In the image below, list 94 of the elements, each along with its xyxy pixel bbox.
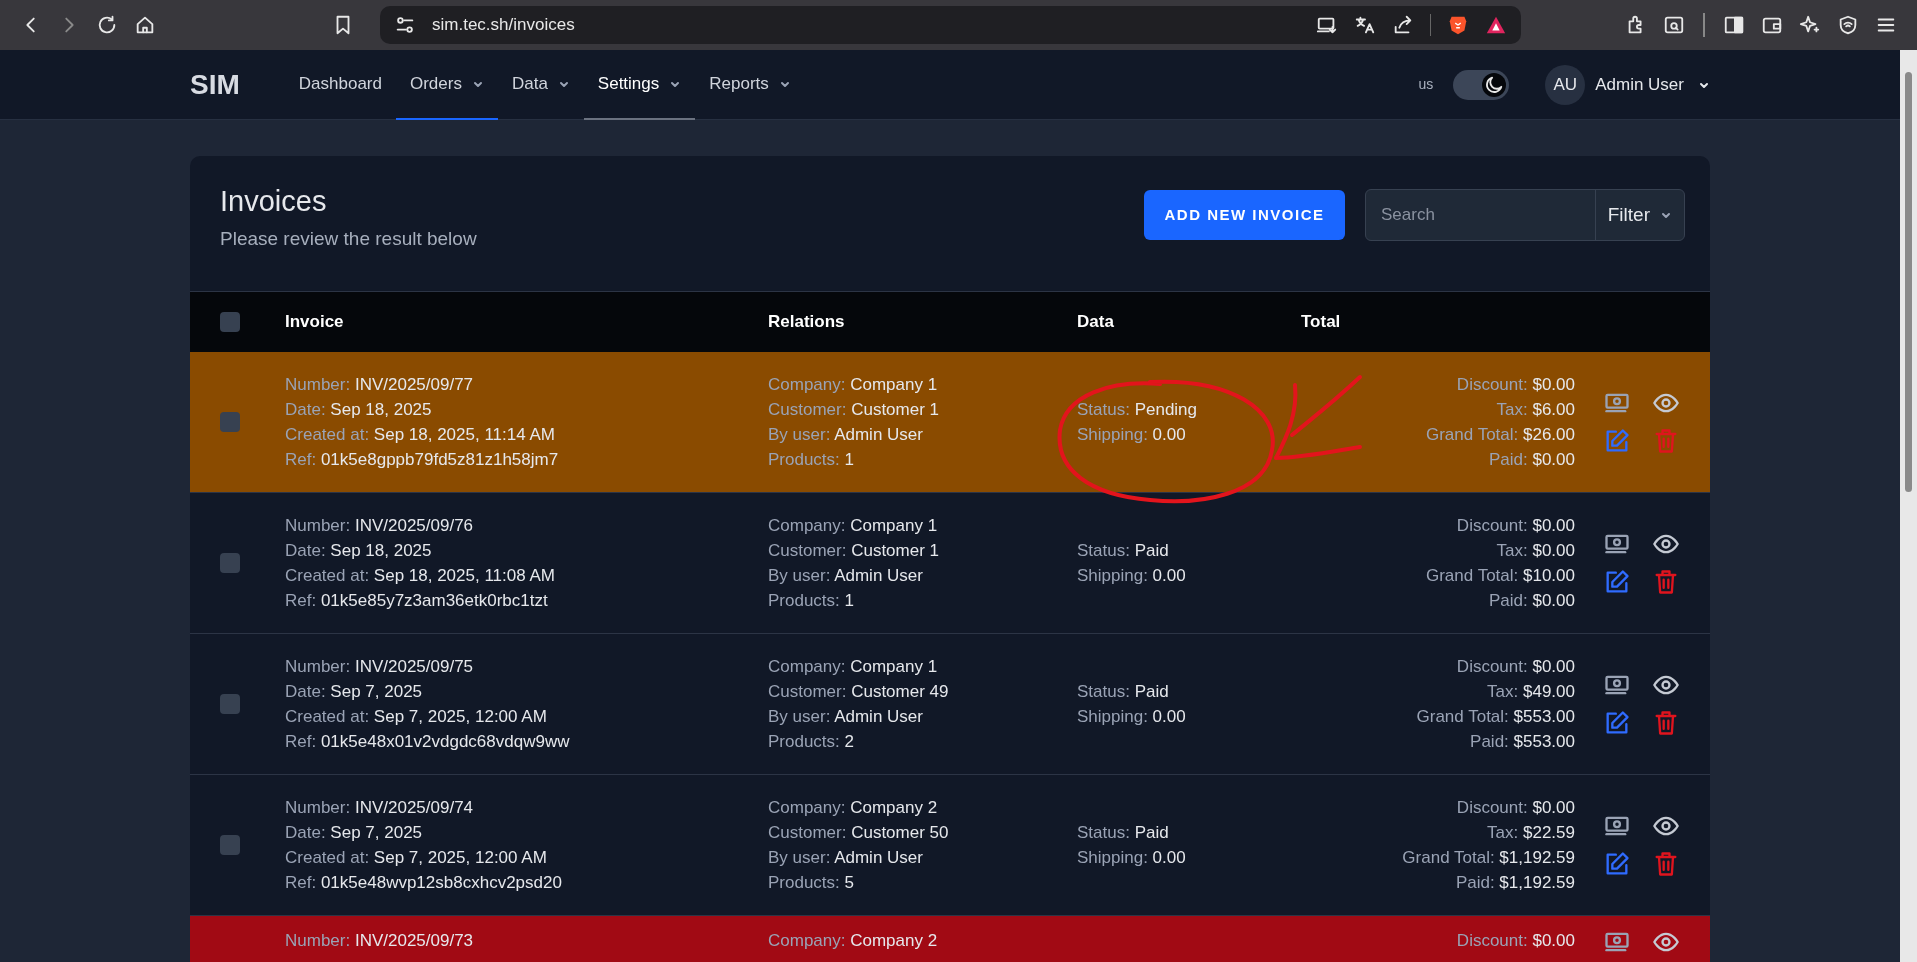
search-field[interactable]: Search Filter xyxy=(1365,189,1685,241)
invoice-detail: Number: INV/2025/09/75 xyxy=(285,656,475,678)
row-checkbox[interactable] xyxy=(220,412,240,432)
invoice-detail: Ref: 01k5e48wvp12sb8cxhcv2psd20 xyxy=(285,872,563,894)
row-checkbox[interactable] xyxy=(220,835,240,855)
filter-dropdown[interactable]: Filter xyxy=(1594,190,1684,240)
nav-link[interactable]: Dashboard xyxy=(284,50,396,120)
select-all-checkbox[interactable] xyxy=(220,312,240,332)
total-amount: Tax: $0.00 xyxy=(1495,540,1575,562)
relation-detail: Company: Company 2 xyxy=(768,797,939,819)
scrollbar[interactable] xyxy=(1900,50,1917,962)
translate-icon[interactable] xyxy=(1354,14,1376,36)
theme-toggle[interactable] xyxy=(1453,69,1510,100)
relation-detail: Products: 5 xyxy=(768,872,855,894)
column-header: Invoice xyxy=(285,312,344,332)
invoice-detail: Number: INV/2025/09/73 xyxy=(285,930,475,952)
column-header: Relations xyxy=(768,312,845,332)
brand-logo[interactable]: SIM xyxy=(190,63,240,106)
data-detail: Shipping: 0.00 xyxy=(1077,424,1187,446)
invoice-detail: Date: Sep 7, 2025 xyxy=(285,681,424,703)
sliders-icon[interactable] xyxy=(394,14,416,36)
relation-detail: Customer: Customer 49 xyxy=(768,681,950,703)
relation-detail: Customer: Customer 1 xyxy=(768,540,940,562)
relation-detail: Products: 1 xyxy=(768,449,855,471)
data-detail: Status: Paid xyxy=(1077,681,1170,703)
total-amount: Discount: $0.00 xyxy=(1455,374,1575,396)
invoice-detail: Created at: Sep 18, 2025, 11:08 AM xyxy=(285,565,556,587)
window-search-icon[interactable] xyxy=(1663,14,1685,36)
relation-detail: By user: Admin User xyxy=(768,706,924,728)
relation-detail: Company: Company 1 xyxy=(768,374,939,396)
relation-detail: Customer: Customer 50 xyxy=(768,822,950,844)
invoice-detail: Number: INV/2025/09/76 xyxy=(285,515,475,537)
home-icon[interactable] xyxy=(134,14,156,36)
relation-detail: Company: Company 2 xyxy=(768,930,939,952)
relation-detail: Customer: Customer 1 xyxy=(768,399,940,421)
invoice-detail: Ref: 01k5e8gppb79fd5z81z1h58jm7 xyxy=(285,449,560,471)
locale-label: us xyxy=(1418,75,1434,94)
data-detail: Status: Paid xyxy=(1077,540,1170,562)
total-amount: Grand Total: $26.00 xyxy=(1424,424,1575,446)
invoice-detail: Date: Sep 18, 2025 xyxy=(285,540,433,562)
add-invoice-button[interactable]: ADD NEW INVOICE xyxy=(1144,190,1345,240)
relation-detail: Company: Company 1 xyxy=(768,515,939,537)
relation-detail: By user: Admin User xyxy=(768,565,924,587)
page-subtitle: Please review the result below xyxy=(220,226,478,251)
relation-detail: By user: Admin User xyxy=(768,847,924,869)
total-amount: Discount: $0.00 xyxy=(1455,515,1575,537)
invoice-detail: Created at: Sep 7, 2025, 12:00 AM xyxy=(285,706,548,728)
data-detail: Status: Paid xyxy=(1077,822,1170,844)
table-row[interactable]: Number: INV/2025/09/73 Company: Company 2 Discount: $0.00 xyxy=(190,916,1710,962)
relation-detail: Products: 1 xyxy=(768,590,855,612)
total-amount: Tax: $22.59 xyxy=(1486,822,1575,844)
relation-detail: Products: 2 xyxy=(768,731,855,753)
total-amount: Grand Total: $10.00 xyxy=(1424,565,1575,587)
row-checkbox[interactable] xyxy=(220,694,240,714)
column-header: Total xyxy=(1301,312,1341,332)
reload-icon[interactable] xyxy=(96,14,118,36)
total-amount: Grand Total: $1,192.59 xyxy=(1401,847,1575,869)
data-detail: Status: Pending xyxy=(1077,399,1199,421)
total-amount: Tax: $6.00 xyxy=(1495,399,1575,421)
total-amount: Discount: $0.00 xyxy=(1455,797,1575,819)
relation-detail: By user: Admin User xyxy=(768,424,924,446)
shield-icon[interactable] xyxy=(1837,14,1859,36)
relation-detail: Company: Company 1 xyxy=(768,656,939,678)
page-title: Invoices xyxy=(220,184,328,219)
address-bar[interactable]: sim.tec.sh/invoices xyxy=(380,6,1521,44)
total-amount: Paid: $553.00 xyxy=(1469,731,1575,753)
share-icon[interactable] xyxy=(1392,14,1414,36)
total-amount: Tax: $49.00 xyxy=(1486,681,1575,703)
total-amount: Discount: $0.00 xyxy=(1455,930,1575,952)
invoice-detail: Created at: Sep 7, 2025, 12:00 AM xyxy=(285,847,548,869)
invoice-detail: Date: Sep 18, 2025 xyxy=(285,399,433,421)
invoice-detail: Created at: Sep 18, 2025, 11:14 AM xyxy=(285,424,556,446)
sidebar-icon[interactable] xyxy=(1723,14,1745,36)
data-detail: Shipping: 0.00 xyxy=(1077,706,1187,728)
nav-link[interactable]: Data xyxy=(497,50,584,120)
nav-link[interactable]: Settings xyxy=(583,50,696,120)
invoice-detail: Ref: 01k5e48x01v2vdgdc68vdqw9ww xyxy=(285,731,571,753)
column-header: Data xyxy=(1077,312,1114,332)
invoice-detail: Number: INV/2025/09/74 xyxy=(285,797,475,819)
nav-link[interactable]: Reports xyxy=(695,50,805,120)
total-amount: Grand Total: $553.00 xyxy=(1415,706,1575,728)
total-amount: Paid: $0.00 xyxy=(1488,590,1575,612)
nav-link[interactable]: Orders xyxy=(395,50,498,120)
total-amount: Discount: $0.00 xyxy=(1455,656,1575,678)
total-amount: Paid: $1,192.59 xyxy=(1454,872,1575,894)
invoice-detail: Ref: 01k5e85y7z3am36etk0rbc1tzt xyxy=(285,590,549,612)
user-menu[interactable]: Admin User xyxy=(1595,71,1710,98)
data-detail: Shipping: 0.00 xyxy=(1077,565,1187,587)
user-avatar: AU xyxy=(1545,64,1586,105)
data-detail: Shipping: 0.00 xyxy=(1077,847,1187,869)
invoice-detail: Number: INV/2025/09/77 xyxy=(285,374,475,396)
total-amount: Paid: $0.00 xyxy=(1488,449,1575,471)
row-checkbox[interactable] xyxy=(220,553,240,573)
invoice-detail: Date: Sep 7, 2025 xyxy=(285,822,424,844)
